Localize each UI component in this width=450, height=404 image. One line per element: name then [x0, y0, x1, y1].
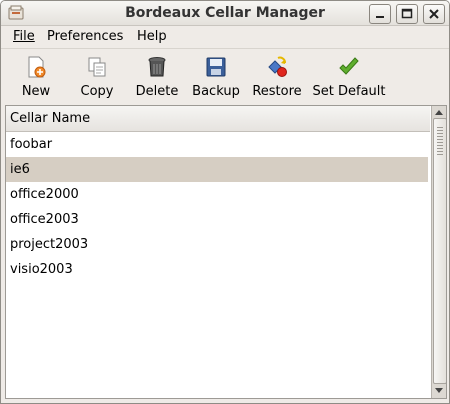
maximize-button[interactable]	[396, 4, 418, 24]
list-item-label: project2003	[10, 237, 89, 252]
list-item-label: office2003	[10, 212, 79, 227]
scrollbar-thumb[interactable]	[433, 118, 446, 384]
list-item-label: foobar	[10, 137, 53, 152]
delete-label: Delete	[135, 84, 179, 99]
list-item[interactable]: visio2003	[6, 257, 428, 282]
copy-icon	[88, 57, 106, 77]
vertical-scrollbar[interactable]	[431, 106, 446, 398]
menu-help-label: Help	[137, 29, 167, 44]
delete-button[interactable]: Delete	[132, 55, 182, 99]
cellar-list[interactable]: Cellar Name foobar ie6 office2000 office…	[5, 105, 447, 399]
copy-button[interactable]: Copy	[74, 55, 120, 99]
menu-preferences-label: Preferences	[47, 29, 124, 44]
set-default-button[interactable]: Set Default	[311, 55, 387, 99]
restore-icon	[268, 56, 287, 77]
trash-icon	[148, 57, 166, 77]
scroll-down-arrow-icon[interactable]	[434, 387, 444, 395]
menu-bar: File Preferences Help	[1, 26, 449, 48]
minimize-button[interactable]	[369, 4, 391, 24]
column-header-label: Cellar Name	[10, 111, 91, 126]
menu-help[interactable]: Help	[137, 29, 167, 44]
title-bar[interactable]: Bordeaux Cellar Manager	[1, 1, 449, 26]
backup-label: Backup	[192, 84, 240, 99]
list-item-label: visio2003	[10, 262, 73, 277]
scrollbar-grip	[437, 127, 443, 155]
menu-file-label: File	[13, 29, 35, 44]
list-item-selected[interactable]: ie6	[6, 157, 428, 182]
copy-label: Copy	[80, 84, 114, 99]
menu-preferences[interactable]: Preferences	[47, 29, 123, 44]
toolbar: New Copy Delete Backup Restore Set Defau…	[1, 49, 449, 101]
new-button[interactable]: New	[13, 55, 59, 99]
new-icon	[28, 56, 46, 78]
maximize-icon	[401, 8, 413, 19]
list-item[interactable]: office2003	[6, 207, 428, 232]
list-item-label: ie6	[10, 162, 30, 177]
app-window: Bordeaux Cellar Manager File Preferences…	[0, 0, 450, 404]
new-label: New	[21, 84, 51, 99]
backup-button[interactable]: Backup	[191, 55, 241, 99]
list-item[interactable]: foobar	[6, 132, 428, 157]
minimize-icon	[376, 16, 384, 18]
restore-label: Restore	[252, 84, 302, 99]
restore-button[interactable]: Restore	[251, 55, 303, 99]
floppy-disk-icon	[206, 57, 226, 77]
set-default-label: Set Default	[312, 84, 386, 99]
list-item[interactable]: office2000	[6, 182, 428, 207]
column-header-cellar-name[interactable]: Cellar Name	[6, 106, 430, 132]
close-button[interactable]	[423, 4, 445, 24]
list-item-label: office2000	[10, 187, 79, 202]
scroll-up-arrow-icon[interactable]	[434, 108, 444, 116]
menu-file[interactable]: File	[13, 29, 35, 44]
close-icon	[429, 9, 439, 19]
checkmark-icon	[339, 57, 359, 75]
list-item[interactable]: project2003	[6, 232, 428, 257]
